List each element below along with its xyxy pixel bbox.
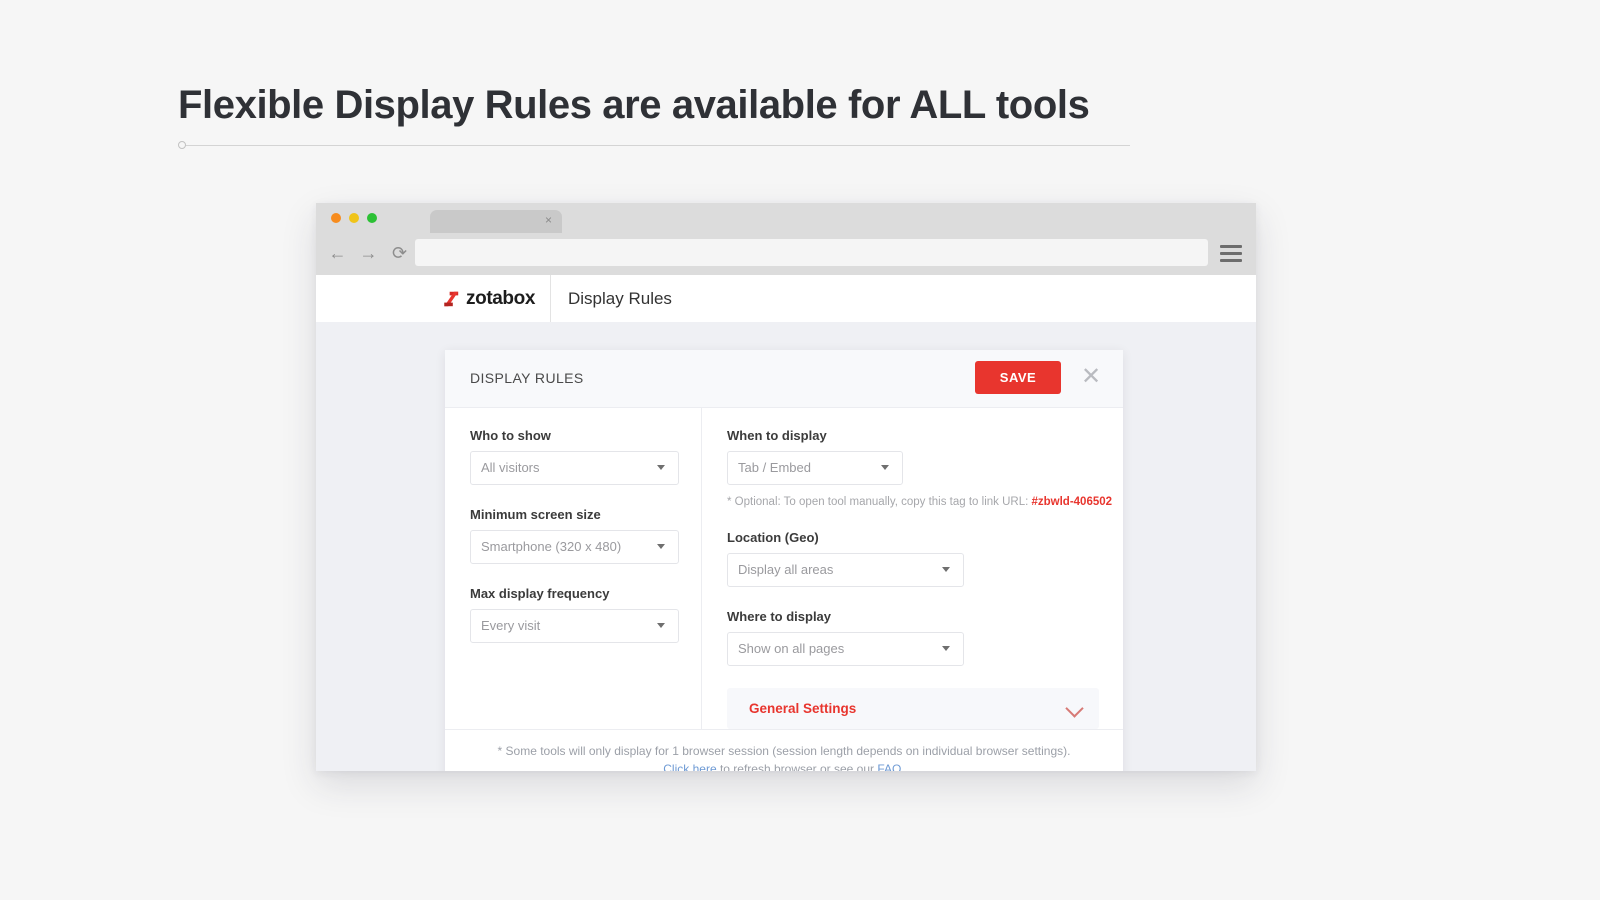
chevron-down-icon	[657, 623, 665, 628]
hamburger-bar	[1220, 252, 1242, 255]
window-controls	[331, 213, 377, 223]
location-geo-value: Display all areas	[738, 562, 833, 577]
card-footer: * Some tools will only display for 1 bro…	[445, 729, 1123, 771]
max-display-frequency-label: Max display frequency	[470, 586, 676, 601]
chevron-down-icon	[942, 646, 950, 651]
address-bar[interactable]	[415, 239, 1208, 266]
tab-close-icon[interactable]: ×	[545, 213, 552, 227]
faq-link[interactable]: FAQ	[877, 762, 901, 771]
reload-icon[interactable]: ⟳	[390, 243, 409, 263]
where-to-display-label: Where to display	[727, 609, 1112, 624]
close-icon[interactable]: ✕	[1079, 365, 1103, 389]
display-rules-card: DISPLAY RULES SAVE ✕ Who to show All vis…	[445, 350, 1123, 771]
app-header: zotabox Display Rules	[316, 275, 1256, 322]
hamburger-bar	[1220, 245, 1242, 248]
chevron-down-icon	[657, 465, 665, 470]
brand-name: zotabox	[466, 288, 535, 310]
who-to-show-label: Who to show	[470, 428, 676, 443]
min-screen-size-label: Minimum screen size	[470, 507, 676, 522]
browser-tab[interactable]: ×	[430, 210, 562, 233]
hamburger-menu-icon[interactable]	[1220, 245, 1242, 262]
hint-text: * Optional: To open tool manually, copy …	[727, 496, 1032, 508]
footer-end-text: .	[901, 762, 904, 771]
when-to-display-value: Tab / Embed	[738, 460, 811, 475]
card-header: DISPLAY RULES SAVE ✕	[445, 350, 1123, 408]
when-to-display-select[interactable]: Tab / Embed	[727, 451, 903, 485]
general-settings-accordion[interactable]: General Settings	[727, 688, 1099, 729]
zotabox-z-icon	[442, 290, 460, 308]
embed-tag-code: #zbwld-406502	[1032, 496, 1113, 508]
where-to-display-select[interactable]: Show on all pages	[727, 632, 964, 666]
page-headline: Flexible Display Rules are available for…	[178, 82, 1178, 128]
divider-line	[184, 145, 1130, 146]
chevron-down-icon	[881, 465, 889, 470]
right-column: When to display Tab / Embed * Optional: …	[702, 408, 1137, 729]
footer-note: * Some tools will only display for 1 bro…	[445, 742, 1123, 760]
minimize-window-icon[interactable]	[349, 213, 359, 223]
who-to-show-select[interactable]: All visitors	[470, 451, 679, 485]
maximize-window-icon[interactable]	[367, 213, 377, 223]
headline-block: Flexible Display Rules are available for…	[178, 82, 1178, 128]
brand-logo[interactable]: zotabox	[316, 275, 551, 322]
chevron-down-icon	[942, 567, 950, 572]
browser-navbar: ← → ⟳	[316, 233, 1256, 275]
page-title: Display Rules	[551, 289, 672, 309]
min-screen-size-value: Smartphone (320 x 480)	[481, 539, 621, 554]
navigation-buttons: ← → ⟳	[328, 243, 409, 263]
general-settings-label: General Settings	[749, 701, 856, 716]
card-title: DISPLAY RULES	[470, 370, 584, 386]
back-icon[interactable]: ←	[328, 243, 347, 263]
browser-window: × ← → ⟳ zotabox Display Rules	[316, 203, 1256, 771]
left-column: Who to show All visitors Minimum screen …	[445, 408, 702, 729]
footer-mid-text: to refresh browser or see our	[717, 762, 878, 771]
location-geo-label: Location (Geo)	[727, 530, 1112, 545]
headline-divider	[178, 140, 1130, 152]
save-button[interactable]: SAVE	[975, 361, 1061, 394]
card-columns: Who to show All visitors Minimum screen …	[445, 408, 1123, 729]
divider-dot	[178, 141, 186, 149]
hamburger-bar	[1220, 259, 1242, 262]
where-to-display-value: Show on all pages	[738, 641, 844, 656]
max-display-frequency-value: Every visit	[481, 618, 540, 633]
close-window-icon[interactable]	[331, 213, 341, 223]
forward-icon[interactable]: →	[359, 243, 378, 263]
click-here-link[interactable]: Click here	[663, 762, 716, 771]
chevron-down-icon	[1065, 699, 1083, 717]
location-geo-select[interactable]: Display all areas	[727, 553, 964, 587]
chevron-down-icon	[657, 544, 665, 549]
footer-links-line: Click here to refresh browser or see our…	[445, 760, 1123, 771]
when-to-display-label: When to display	[727, 428, 1112, 443]
browser-tabstrip: ×	[316, 203, 1256, 233]
who-to-show-value: All visitors	[481, 460, 540, 475]
app-body: DISPLAY RULES SAVE ✕ Who to show All vis…	[316, 322, 1256, 771]
manual-open-hint: * Optional: To open tool manually, copy …	[727, 496, 1112, 508]
min-screen-size-select[interactable]: Smartphone (320 x 480)	[470, 530, 679, 564]
max-display-frequency-select[interactable]: Every visit	[470, 609, 679, 643]
